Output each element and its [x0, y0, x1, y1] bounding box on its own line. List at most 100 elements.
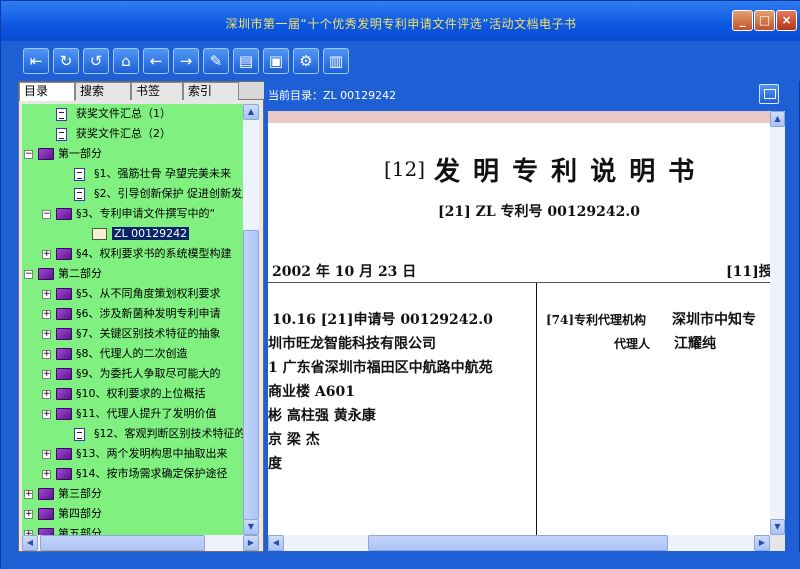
tree-item-label: §3、专利申请文件撰写中的“ [76, 207, 216, 220]
notes-icon[interactable]: ▤ [233, 48, 259, 74]
maximize-button[interactable]: □ [754, 10, 775, 31]
tree-item[interactable]: §6、涉及新菌种发明专利申请 [76, 304, 221, 324]
doc-code-11: [11]授 [726, 264, 770, 280]
tree-item[interactable]: 第四部分 [58, 504, 102, 524]
scroll-down-icon[interactable]: ▼ [243, 519, 259, 535]
doc-vertical-scrollbar[interactable]: ▲ ▼ [770, 111, 785, 535]
tab-search[interactable]: 搜索 [75, 82, 131, 100]
document-icon [56, 108, 67, 121]
tree-item[interactable]: §12、客观判断区别技术特征的 [94, 424, 243, 444]
forward-icon[interactable]: → [173, 48, 199, 74]
tree-item[interactable]: §5、从不同角度策划权利要求 [76, 284, 221, 304]
tree-item-label: §7、关键区别技术特征的抽象 [76, 327, 221, 340]
document-icon [74, 168, 85, 181]
bookmark-icon[interactable]: ▥ [323, 48, 349, 74]
collapse-icon[interactable]: − [24, 270, 33, 279]
tree-item[interactable]: §4、权利要求书的系统模型构建 [76, 244, 232, 264]
document-pane: 当前目录：ZL 00129242 [12] 发 明 专 利 说 明 书 [21]… [264, 81, 785, 552]
tree-item[interactable]: 第一部分 [58, 144, 102, 164]
title-bar[interactable]: 深圳市第一届“十个优秀发明专利申请文件评选”活动文档电子书 _ □ × [1, 1, 800, 41]
expand-icon[interactable]: + [24, 510, 33, 519]
tree-item[interactable]: 第三部分 [58, 484, 102, 504]
tab-index[interactable]: 索引 [183, 82, 239, 100]
doc-horizontal-scrollbar[interactable]: ◀ ▶ [268, 535, 770, 551]
expand-icon[interactable]: + [42, 370, 51, 379]
exit-icon[interactable]: ⇤ [23, 48, 49, 74]
expand-icon[interactable]: + [42, 450, 51, 459]
book-icon [56, 308, 72, 320]
tree-item[interactable]: ZL 00129242 [112, 224, 190, 244]
doc-patent-number: [21] ZL 专利号 00129242.0 [438, 204, 640, 220]
doc-scroll-left-icon[interactable]: ◀ [268, 535, 284, 551]
book-icon [56, 388, 72, 400]
doc-scroll-down-icon[interactable]: ▼ [770, 519, 785, 535]
scroll-left-icon[interactable]: ◀ [22, 535, 38, 551]
book-icon [38, 528, 54, 535]
tree-item[interactable]: §13、两个发明构思中抽取出来 [76, 444, 228, 464]
tree-item[interactable]: 获奖文件汇总（1） [76, 104, 171, 124]
book-icon [56, 348, 72, 360]
undo-icon[interactable]: ↺ [83, 48, 109, 74]
tree-item[interactable]: §9、为委托人争取尽可能大的 [76, 364, 221, 384]
document-icon [56, 128, 67, 141]
collapse-icon[interactable]: − [24, 150, 33, 159]
expand-icon[interactable]: + [42, 290, 51, 299]
tree-vertical-scrollbar[interactable]: ▲ ▼ [243, 104, 259, 535]
refresh-icon[interactable]: ↻ [53, 48, 79, 74]
close-button[interactable]: × [776, 10, 797, 31]
tools-icon[interactable]: ✎ [203, 48, 229, 74]
tree-item-label: §2、引导创新保护 促进创新发展 [94, 187, 243, 200]
tree-item[interactable]: 第二部分 [58, 264, 102, 284]
tab-contents[interactable]: 目录 [19, 82, 75, 101]
scroll-up-icon[interactable]: ▲ [243, 104, 259, 120]
tree-item[interactable]: 第五部分 [58, 524, 102, 535]
book-icon [56, 208, 72, 220]
book-icon [56, 328, 72, 340]
tree-scroll-thumb[interactable] [243, 230, 259, 520]
tree-item-label: ZL 00129242 [112, 227, 190, 240]
doc-inventors: 彬 高柱强 黄永康 [268, 408, 376, 424]
settings-icon[interactable]: ⚙ [293, 48, 319, 74]
doc-scroll-right-icon[interactable]: ▶ [754, 535, 770, 551]
expand-icon[interactable]: + [42, 390, 51, 399]
tree-item[interactable]: 获奖文件汇总（2） [76, 124, 171, 144]
home-icon[interactable]: ⌂ [113, 48, 139, 74]
tree-item[interactable]: §8、代理人的二次创造 [76, 344, 188, 364]
tree-item-label: §9、为委托人争取尽可能大的 [76, 367, 221, 380]
tree-item[interactable]: §1、强筋壮骨 孕望完美未来 [94, 164, 231, 184]
expand-icon[interactable]: + [42, 410, 51, 419]
tree-horizontal-scrollbar[interactable]: ◀ ▶ [22, 535, 259, 551]
minimize-button[interactable]: _ [732, 10, 753, 31]
current-directory-label: 当前目录：ZL 00129242 [268, 89, 397, 102]
tree-item[interactable]: §14、按市场需求确定保护途径 [76, 464, 228, 484]
tab-bookmarks[interactable]: 书签 [131, 82, 183, 100]
tree-item-label: 第五部分 [58, 527, 102, 535]
tree-hscroll-thumb[interactable] [40, 535, 205, 551]
tree-item-label: §5、从不同角度策划权利要求 [76, 287, 221, 300]
window-toggle-icon[interactable] [759, 84, 779, 104]
expand-icon[interactable]: + [24, 490, 33, 499]
scroll-right-icon[interactable]: ▶ [243, 535, 259, 551]
tree-item-label: §12、客观判断区别技术特征的 [94, 427, 243, 440]
window-title: 深圳市第一届“十个优秀发明专利申请文件评选”活动文档电子书 [225, 17, 577, 31]
tree-item-label: §13、两个发明构思中抽取出来 [76, 447, 228, 460]
tree-item[interactable]: §3、专利申请文件撰写中的“ [76, 204, 215, 224]
contents-tree: 获奖文件汇总（1） 获奖文件汇总（2） − 第一部分 §1、强筋壮骨 孕望完美未来 §2、… [22, 104, 243, 535]
page-top-band [268, 111, 770, 123]
expand-icon[interactable]: + [42, 310, 51, 319]
expand-icon[interactable]: + [42, 470, 51, 479]
tree-item[interactable]: §2、引导创新保护 促进创新发展 [94, 184, 243, 204]
document-viewer[interactable]: [12] 发 明 专 利 说 明 书 [21] ZL 专利号 00129242.… [268, 111, 770, 535]
doc-scroll-up-icon[interactable]: ▲ [770, 111, 785, 127]
collapse-icon[interactable]: − [42, 210, 51, 219]
expand-icon[interactable]: + [42, 250, 51, 259]
expand-icon[interactable]: + [42, 350, 51, 359]
book-icon [38, 508, 54, 520]
image-icon[interactable]: ▣ [263, 48, 289, 74]
back-icon[interactable]: ← [143, 48, 169, 74]
tree-item[interactable]: §11、代理人提升了发明价值 [76, 404, 217, 424]
expand-icon[interactable]: + [42, 330, 51, 339]
tree-item[interactable]: §7、关键区别技术特征的抽象 [76, 324, 221, 344]
tree-item[interactable]: §10、权利要求的上位概括 [76, 384, 206, 404]
doc-hscroll-thumb[interactable] [368, 535, 668, 551]
